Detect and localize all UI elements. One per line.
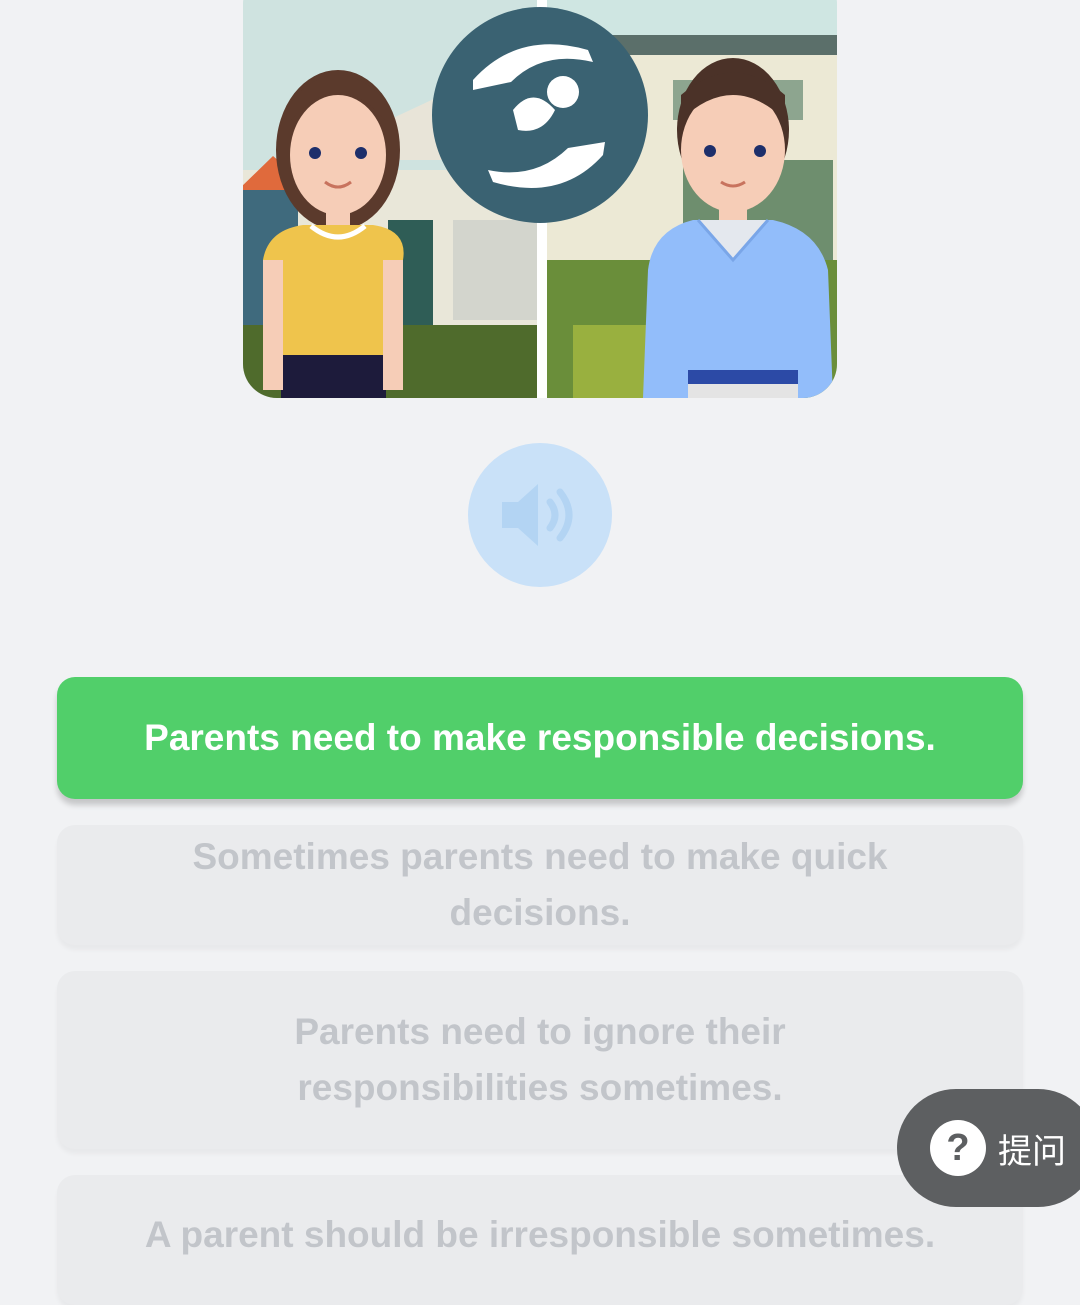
- speaker-icon: [502, 484, 573, 546]
- ask-question-label: 提问: [998, 1131, 1066, 1172]
- answer-option-label: Parents need to make responsible decisio…: [144, 717, 936, 758]
- ask-question-button[interactable]: ? 提问: [897, 1089, 1080, 1207]
- parental-care-icon: [432, 7, 648, 223]
- answer-option-label: Parents need to ignore their responsibil…: [294, 1011, 786, 1108]
- answer-option-2[interactable]: Sometimes parents need to make quick dec…: [57, 825, 1023, 945]
- play-audio-button[interactable]: [468, 443, 612, 587]
- answer-option-1[interactable]: Parents need to make responsible decisio…: [57, 677, 1023, 799]
- answer-option-4[interactable]: A parent should be irresponsible sometim…: [57, 1175, 1023, 1305]
- answer-option-label: Sometimes parents need to make quick dec…: [192, 836, 888, 933]
- answer-option-label: A parent should be irresponsible sometim…: [144, 1214, 936, 1255]
- woman-figure: [263, 70, 404, 398]
- question-illustration: [243, 0, 837, 398]
- answer-option-3[interactable]: Parents need to ignore their responsibil…: [57, 971, 1023, 1149]
- question-mark-icon: ?: [930, 1120, 986, 1176]
